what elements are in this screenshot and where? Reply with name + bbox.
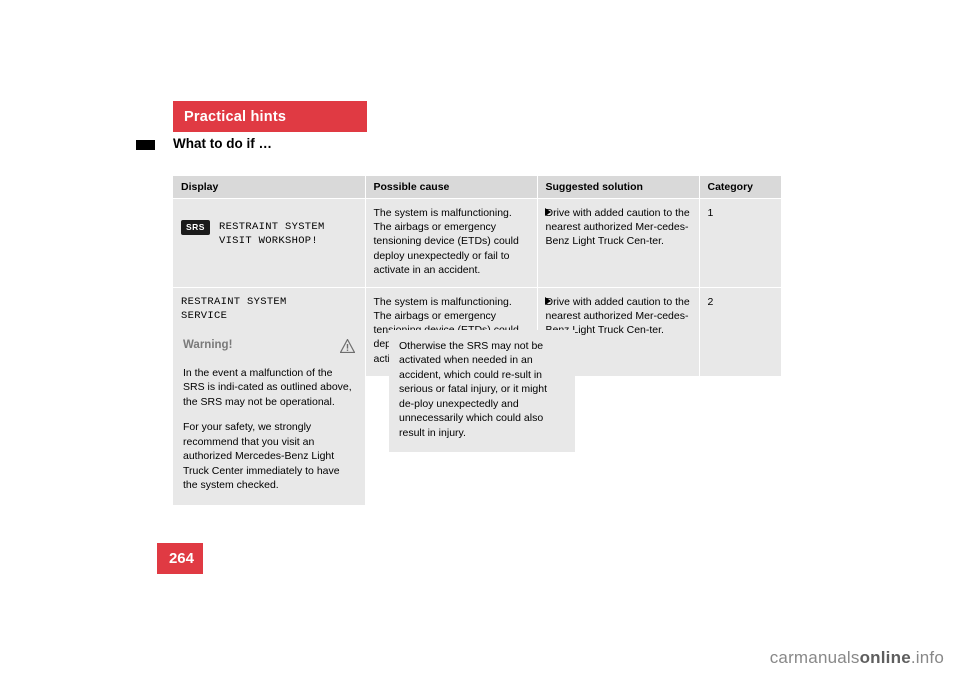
warning-header: Warning! xyxy=(183,339,355,355)
column-header-display: Display xyxy=(173,176,366,199)
column-header-category: Category xyxy=(699,176,781,199)
warning-title: Warning! xyxy=(183,339,233,351)
chapter-banner: Practical hints xyxy=(173,101,367,132)
warning-continuation-box: Otherwise the SRS may not be activated w… xyxy=(389,330,575,453)
warning-paragraph-1: In the event a malfunction of the SRS is… xyxy=(183,367,352,408)
table-header-row: Display Possible cause Suggested solutio… xyxy=(173,176,781,199)
category-cell: 2 xyxy=(699,286,781,376)
category-cell: 1 xyxy=(699,198,781,288)
page-number: 264 xyxy=(168,550,194,567)
chapter-title: Practical hints xyxy=(184,108,287,125)
warning-triangle-icon xyxy=(340,339,355,353)
page-number-box: 264 xyxy=(157,543,203,574)
section-title: What to do if … xyxy=(173,136,272,151)
bullet-arrow-icon xyxy=(544,296,551,305)
display-text: RESTRAINT SYSTEM VISIT WORKSHOP! xyxy=(218,221,325,248)
manual-page: Practical hints What to do if … Display … xyxy=(0,0,960,678)
column-header-suggested-solution: Suggested solution xyxy=(537,176,700,199)
display-cell: SRS RESTRAINT SYSTEM VISIT WORKSHOP! xyxy=(173,198,366,288)
watermark: carmanualsonline.info xyxy=(770,648,944,668)
bullet-arrow-icon xyxy=(544,208,551,216)
possible-cause-cell: The system is malfunctioning. The airbag… xyxy=(365,198,538,288)
section-header: What to do if … xyxy=(136,136,536,158)
warning-box: Warning! In the event a malfunction of t… xyxy=(173,330,365,505)
table-row: SRS RESTRAINT SYSTEM VISIT WORKSHOP! The … xyxy=(173,198,781,288)
watermark-tail: .info xyxy=(910,648,944,667)
column-header-possible-cause: Possible cause xyxy=(365,176,538,199)
watermark-light: carmanuals xyxy=(769,648,860,667)
srs-indicator-icon: SRS xyxy=(181,220,210,235)
solution-text: Drive with added caution to the nearest … xyxy=(545,207,690,248)
warning-paragraph-2: For your safety, we strongly recommend t… xyxy=(183,421,340,492)
watermark-bold: online xyxy=(859,648,911,667)
suggested-solution-cell: Drive with added caution to the nearest … xyxy=(537,198,700,288)
warning-continuation-text: Otherwise the SRS may not be activated w… xyxy=(399,340,548,439)
section-marker xyxy=(136,140,155,150)
